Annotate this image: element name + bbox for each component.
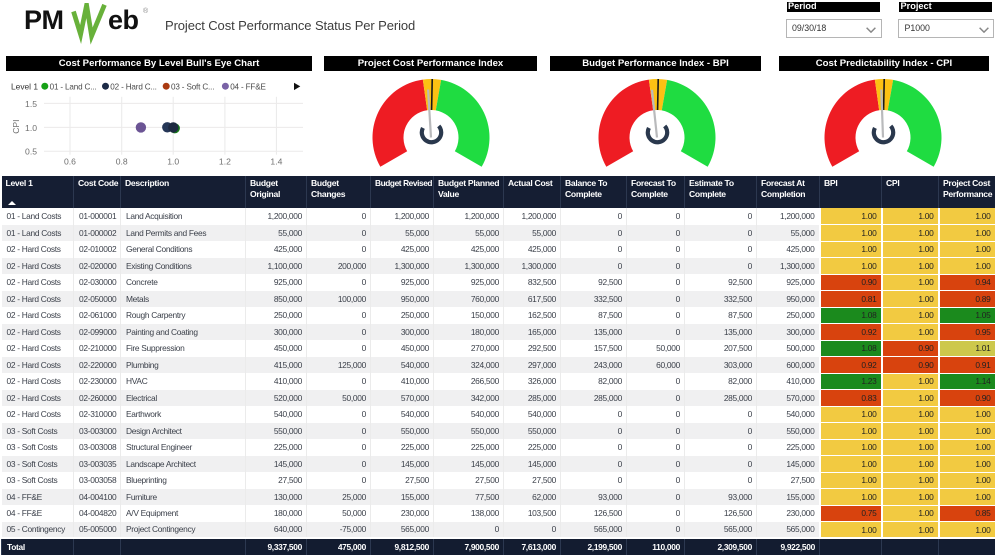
svg-text:1.4: 1.4	[270, 156, 282, 166]
svg-text:0.6: 0.6	[64, 156, 76, 166]
svg-text:0.8: 0.8	[116, 156, 128, 166]
svg-text:1.0: 1.0	[25, 123, 37, 133]
svg-text:02 - Hard C...: 02 - Hard C...	[110, 82, 156, 91]
svg-text:eb: eb	[108, 5, 139, 35]
svg-text:1.0: 1.0	[167, 156, 179, 166]
svg-text:04 - FF&E: 04 - FF&E	[230, 82, 266, 91]
svg-text:01 - Land C...: 01 - Land C...	[50, 82, 97, 91]
svg-text:1.5: 1.5	[25, 99, 37, 109]
svg-text:®: ®	[143, 7, 149, 15]
svg-text:1.2: 1.2	[219, 156, 231, 166]
svg-text:CPI: CPI	[11, 119, 21, 133]
svg-text:PM: PM	[24, 5, 64, 35]
svg-text:Level 1: Level 1	[11, 81, 38, 91]
svg-text:03 - Soft C...: 03 - Soft C...	[171, 82, 214, 91]
svg-text:0.5: 0.5	[25, 146, 37, 156]
